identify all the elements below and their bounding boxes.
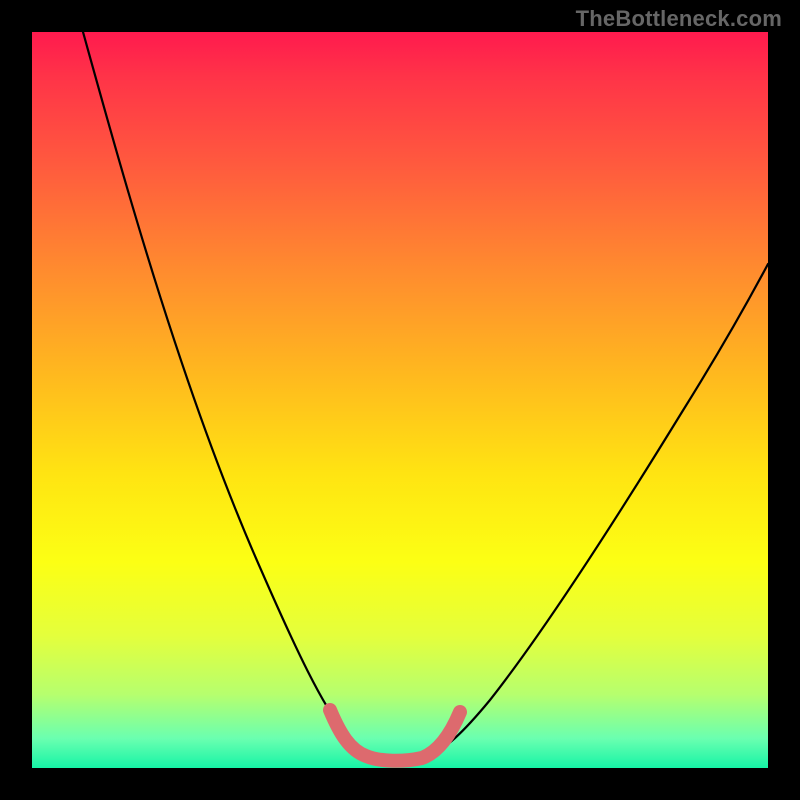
chart-svg bbox=[32, 32, 768, 768]
chart-frame: TheBottleneck.com bbox=[0, 0, 800, 800]
curve-trough-highlight bbox=[330, 710, 460, 761]
watermark-text: TheBottleneck.com bbox=[576, 6, 782, 32]
curve-left-branch bbox=[83, 32, 370, 754]
plot-area bbox=[32, 32, 768, 768]
curve-right-branch bbox=[430, 264, 768, 754]
